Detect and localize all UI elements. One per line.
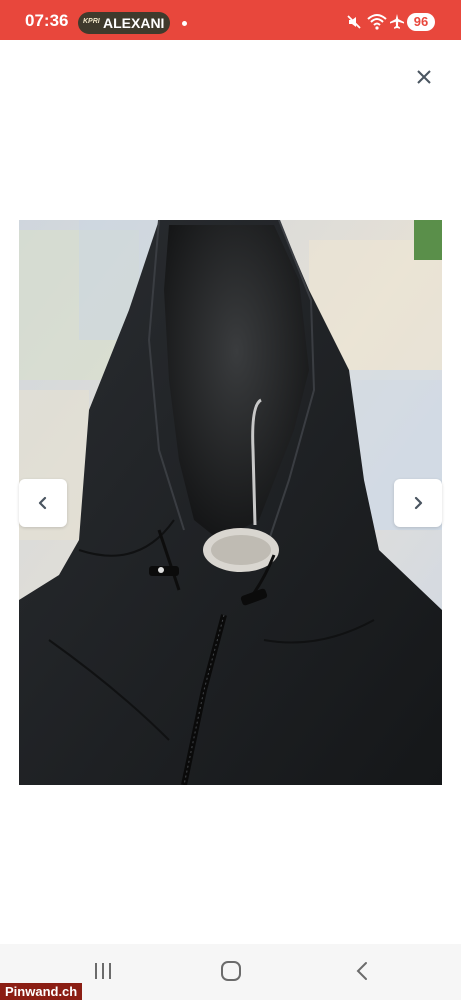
recents-button[interactable] [92, 960, 114, 987]
next-image-button[interactable] [394, 479, 442, 527]
back-button[interactable] [352, 960, 374, 987]
notification-app-logo: KPRI [83, 18, 100, 25]
back-icon [356, 962, 367, 980]
airplane-icon [390, 14, 404, 29]
home-icon [221, 961, 241, 981]
product-photo [19, 220, 442, 785]
notification-text: ALEXANI [103, 15, 165, 31]
previous-image-button[interactable] [19, 479, 67, 527]
watermark: Pinwand.ch [0, 983, 83, 1000]
chevron-right-icon [414, 496, 423, 510]
jacket-image [19, 220, 442, 785]
recents-icon [95, 963, 111, 979]
wifi-icon [367, 14, 387, 30]
mute-icon [347, 15, 361, 29]
battery-indicator: 96 [407, 13, 435, 31]
notification-pill[interactable]: KPRI ALEXANI [78, 12, 170, 34]
notification-dot [182, 21, 187, 26]
close-icon [417, 70, 431, 84]
home-button[interactable] [220, 960, 242, 987]
close-button[interactable] [409, 62, 439, 92]
status-bar: 07:36 KPRI ALEXANI 96 [0, 0, 461, 40]
status-time: 07:36 [25, 11, 69, 30]
chevron-left-icon [38, 496, 47, 510]
